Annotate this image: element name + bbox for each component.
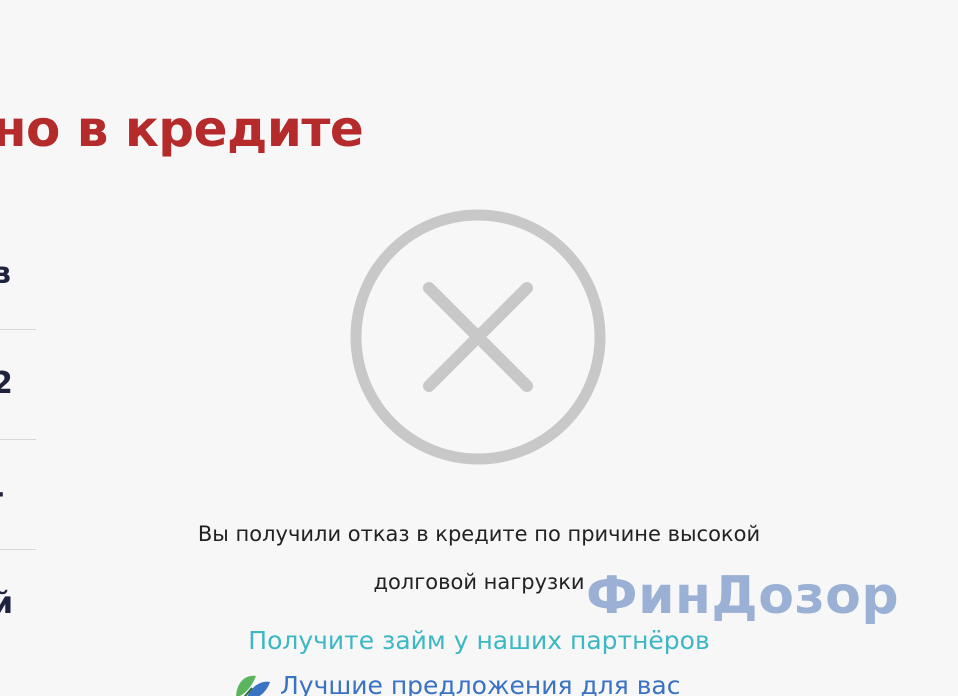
page-title: но в кредите (0, 100, 364, 158)
leaf-icon (236, 675, 270, 696)
list-item[interactable]: в (0, 220, 36, 330)
close-circle-icon (350, 209, 606, 465)
watermark: ФинДозор (586, 566, 900, 626)
list-item-label: 2 (0, 366, 13, 401)
list-item-label: - (0, 474, 4, 514)
left-sidebar-list: в 2 - й (0, 220, 36, 660)
partners-loan-link[interactable]: Получите займ у наших партнёров (0, 626, 958, 655)
list-item-label: в (0, 256, 11, 291)
best-offers-link[interactable]: Лучшие предложения для вас (280, 668, 681, 696)
best-offers[interactable]: Лучшие предложения для вас (232, 668, 681, 696)
refusal-message-line1: Вы получили отказ в кредите по причине в… (197, 522, 761, 546)
credit-refusal-page: но в кредите в 2 - й Вы получили отказ в… (0, 0, 958, 696)
list-item[interactable]: 2 (0, 330, 36, 440)
